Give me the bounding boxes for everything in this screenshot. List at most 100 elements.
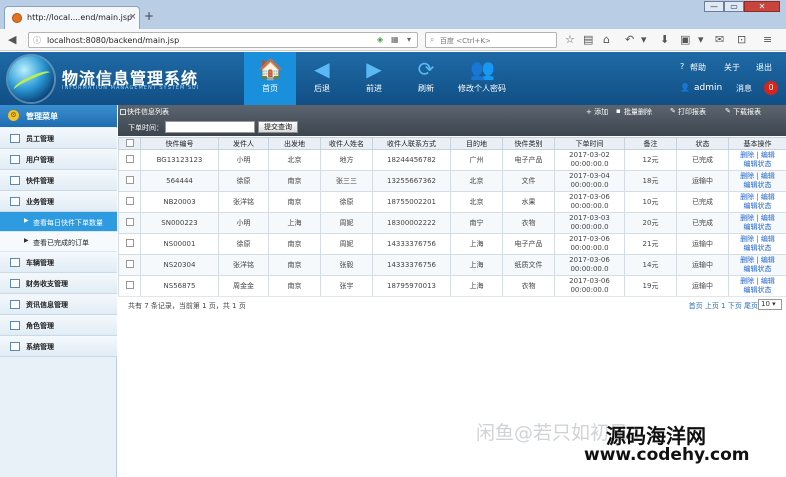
submit-query-button[interactable]: 提交查询 [258,121,298,133]
nav-back[interactable]: ◀ 后退 [296,52,348,105]
delete-link[interactable]: 删除 [740,235,754,243]
search-input[interactable] [440,35,550,46]
table-cell: 14333376756 [372,233,451,255]
print-report-button[interactable]: 打印报表 [678,107,706,117]
edit-state-link[interactable]: 编辑状态 [744,160,772,168]
delete-link[interactable]: 删除 [740,256,754,264]
edit-link[interactable]: 编辑 [761,172,775,180]
nav-change-password[interactable]: 👥 修改个人密码 [452,52,512,105]
row-checkbox[interactable] [125,154,134,163]
window-close-button[interactable]: ✕ [744,1,780,12]
row-checkbox[interactable] [125,175,134,184]
sidebar-item-vehicles[interactable]: 车辆管理 [0,252,117,273]
chat-icon[interactable]: ✉ [715,33,724,46]
table-cell: 18795970013 [372,275,451,297]
edit-link[interactable]: 编辑 [761,235,775,243]
delete-link[interactable]: 删除 [740,193,754,201]
sidebar-item-business[interactable]: 业务管理 [0,191,117,212]
table-cell: 564444 [140,170,219,192]
page-size-select[interactable]: 10 ▾ [758,299,782,310]
help-icon[interactable]: ? [680,62,684,71]
table-cell: 2017-03-04 00:00:00.0 [554,170,625,192]
window-restore-button[interactable]: ▭ [724,1,744,12]
username[interactable]: admin [694,83,722,93]
edit-link[interactable]: 编辑 [761,214,775,222]
delete-link[interactable]: 删除 [740,172,754,180]
edit-link[interactable]: 编辑 [761,151,775,159]
edit-link[interactable]: 编辑 [761,277,775,285]
select-all-header [118,137,141,150]
logout-link[interactable]: 退出 [756,62,772,73]
edit-state-link[interactable]: 编辑状态 [744,244,772,252]
tab-close-icon[interactable]: × [129,12,137,22]
sidebar-item-users[interactable]: 用户管理 [0,149,117,170]
list-icon [10,134,20,143]
shield-icon[interactable]: ◈ [377,35,383,44]
table-cell: 小明 [218,212,269,234]
about-link[interactable]: 关于 [724,62,740,73]
select-all-checkbox[interactable] [125,138,134,147]
addon-dropdown-icon[interactable]: ▾ [698,33,704,46]
sidebar-item-news[interactable]: 资讯信息管理 [0,294,117,315]
delete-link[interactable]: 删除 [740,214,754,222]
sidebar-item-express[interactable]: 快件管理 [0,170,117,191]
edit-state-link[interactable]: 编辑状态 [744,181,772,189]
messages-link[interactable]: 消息 [736,83,752,94]
home-icon: 🏠 [258,57,283,81]
table-cell: 北京 [268,149,321,171]
sidebar-subitem-completed-orders[interactable]: ▶ 查看已完成的订单 [0,232,117,252]
new-tab-button[interactable]: + [144,9,154,23]
qr-code-icon[interactable]: ▦ [391,35,399,44]
edit-state-link[interactable]: 编辑状态 [744,223,772,231]
bookmark-star-icon[interactable]: ☆ [565,33,575,46]
search-box[interactable]: ⌕ [425,32,557,48]
page-links[interactable]: 首页 上页 1 下页 尾页 [689,301,758,311]
download-report-button[interactable]: 下载报表 [733,107,761,117]
sidebar-subitem-daily-orders[interactable]: ▶ 查看每日快件下单数量 [0,212,117,232]
edit-state-link[interactable]: 编辑状态 [744,286,772,294]
url-bar[interactable]: ⓘ localhost:8080/backend/main.jsp ◈ ▦ ▾ [28,32,418,48]
nav-forward[interactable]: ▶ 前进 [348,52,400,105]
order-time-input[interactable] [165,121,255,133]
edit-state-link[interactable]: 编辑状态 [744,202,772,210]
download-icon[interactable]: ✎ [725,107,731,115]
row-checkbox[interactable] [125,259,134,268]
back-icon[interactable]: ◀ [8,33,16,46]
edit-state-link[interactable]: 编辑状态 [744,265,772,273]
browser-tab[interactable]: http://local....end/main.jsp × [4,6,140,29]
nav-home[interactable]: 🏠 首页 [244,52,296,105]
row-select-cell [118,275,141,297]
row-checkbox[interactable] [125,196,134,205]
sidebar-item-finance[interactable]: 财务收支管理 [0,273,117,294]
edit-link[interactable]: 编辑 [761,256,775,264]
sidebar-item-roles[interactable]: 角色管理 [0,315,117,336]
crop-icon[interactable]: ⊡ [737,33,746,46]
message-count-badge[interactable]: 0 [764,81,778,95]
edit-link[interactable]: 编辑 [761,193,775,201]
batch-delete-button[interactable]: 批量删除 [624,107,652,117]
addon-icon[interactable]: ▣ [680,33,690,46]
batch-delete-icon[interactable]: ▪ [616,107,621,115]
row-checkbox[interactable] [125,280,134,289]
row-actions: 删除 | 编辑 编辑状态 [728,254,786,276]
menu-icon[interactable]: ≡ [763,33,772,46]
row-checkbox[interactable] [125,217,134,226]
home-button-icon[interactable]: ⌂ [603,33,610,46]
add-button[interactable]: + 添加 [586,107,608,117]
sidebar-item-system[interactable]: 系统管理 [0,336,117,357]
delete-link[interactable]: 删除 [740,151,754,159]
help-link[interactable]: 帮助 [690,62,706,73]
reading-list-icon[interactable]: ▤ [583,33,593,46]
sidebar-item-staff[interactable]: 员工管理 [0,128,117,149]
nav-refresh[interactable]: ⟳ 刷新 [400,52,452,105]
table-cell: 上海 [450,254,503,276]
download-icon[interactable]: ⬇ [660,33,669,46]
delete-link[interactable]: 删除 [740,277,754,285]
history-dropdown-icon[interactable]: ▾ [407,35,411,44]
site-info-icon[interactable]: ⓘ [33,35,41,46]
print-icon[interactable]: ✎ [670,107,676,115]
undo-icon[interactable]: ↶ [625,33,634,46]
dropdown-icon[interactable]: ▾ [641,33,647,46]
window-minimize-button[interactable]: — [704,1,724,12]
row-checkbox[interactable] [125,238,134,247]
